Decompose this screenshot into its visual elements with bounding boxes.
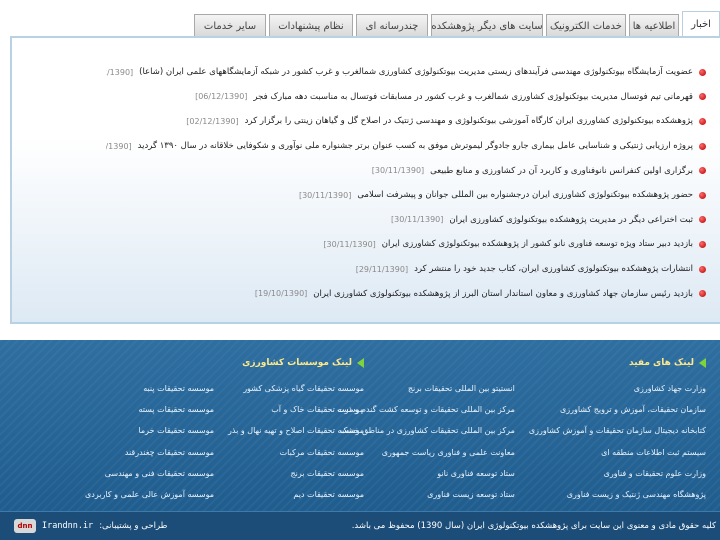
news-date: [30/11/1390] — [106, 141, 132, 151]
footer-link[interactable]: موسسه آموزش عالی علمی و کاربردی — [85, 484, 214, 505]
designer-logo-icon[interactable]: dnn — [14, 519, 36, 533]
news-box: عضویت آزمایشگاه بیوتکنولوژی مهندسی فرآین… — [10, 36, 720, 324]
institutes-col-1: موسسه تحقیقات گیاه پزشکی کشور موسسه تحقی… — [228, 378, 364, 505]
news-item: عضویت آزمایشگاه بیوتکنولوژی مهندسی فرآین… — [106, 60, 706, 85]
footer-link[interactable]: موسسه تحقیقات پسته — [85, 399, 214, 420]
footer-link[interactable]: موسسه تحقیقات مرکبات — [228, 442, 364, 463]
news-item: حضور پژوهشکده بیوتکنولوژی کشاورزی ایران … — [106, 183, 706, 208]
institutes-col-2: موسسه تحقیقات پنبه موسسه تحقیقات پسته مو… — [85, 378, 214, 505]
useful-links-heading: لینک های مفید — [337, 352, 706, 374]
news-date: [30/11/1390] — [298, 190, 352, 200]
arrow-icon — [357, 358, 364, 368]
bullet-icon — [699, 68, 706, 76]
news-date: [19/10/1390] — [254, 289, 308, 299]
bullet-icon — [699, 142, 706, 150]
bullet-icon — [699, 240, 706, 248]
bullet-icon — [699, 167, 706, 175]
tab-multimedia[interactable]: چندرسانه ای — [356, 14, 428, 37]
footer-link[interactable]: سازمان تحقیقات، آموزش و ترویج کشاورزی — [529, 399, 706, 420]
footer-link[interactable]: موسسه تحقیقات خاک و آب — [228, 399, 364, 420]
tab-e-services[interactable]: خدمات الکترونیک — [546, 14, 626, 37]
footer-link[interactable]: سیستم ثبت اطلاعات منطقه ای — [529, 442, 706, 463]
news-date: [02/12/1390] — [186, 116, 239, 126]
news-item: انتشارات پژوهشکده بیوتکنولوژی کشاورزی ای… — [106, 257, 706, 282]
news-link[interactable]: انتشارات پژوهشکده بیوتکنولوژی کشاورزی ای… — [414, 264, 693, 274]
news-item: برگزاری اولین کنفرانس نانوفناوری و کاربر… — [106, 158, 706, 183]
news-link[interactable]: برگزاری اولین کنفرانس نانوفناوری و کاربر… — [430, 166, 693, 176]
bullet-icon — [699, 216, 706, 224]
footer-link[interactable]: موسسه تحقیقات خرما — [85, 420, 214, 441]
news-link[interactable]: بازدید رئیس سازمان جهاد کشاورزی و معاون … — [313, 289, 693, 299]
bullet-icon — [699, 290, 706, 298]
news-item: پژوهشکده بیوتکنولوژی کشاورزی ایران کارگا… — [106, 109, 706, 134]
news-item: قهرمانی تیم فوتسال مدیریت بیوتکنولوژی کش… — [106, 85, 706, 110]
news-link[interactable]: حضور پژوهشکده بیوتکنولوژی کشاورزی ایران … — [357, 190, 693, 200]
footer-link[interactable]: موسسه تحقیقات گیاه پزشکی کشور — [228, 378, 364, 399]
news-list: عضویت آزمایشگاه بیوتکنولوژی مهندسی فرآین… — [106, 60, 706, 306]
news-item: بازدید دبیر ستاد ویژه توسعه فناوری نانو … — [106, 232, 706, 257]
institutes-columns: موسسه تحقیقات گیاه پزشکی کشور موسسه تحقی… — [85, 378, 364, 505]
footer-link[interactable]: پژوهشگاه مهندسی ژنتیک و زیست فناوری — [529, 484, 706, 505]
news-date: [06/12/1390] — [195, 92, 248, 102]
institutes-section: لینک موسسات کشاورزی موسسه تحقیقات گیاه پ… — [85, 352, 364, 505]
news-panel-area: اخبار اطلاعیه ها خدمات الکترونیک سایت ها… — [0, 0, 720, 340]
news-date: [10/12/1390] — [106, 67, 134, 77]
footer-link[interactable]: موسسه تحقیقات برنج — [228, 463, 364, 484]
news-link[interactable]: ثبت اختراعی دیگر در مدیریت پژوهشکده بیوت… — [449, 215, 693, 225]
news-item: پروژه ارزیابی ژنتیکی و شناسایی عامل بیما… — [106, 134, 706, 159]
useful-links-col-1: وزارت جهاد کشاورزی سازمان تحقیقات، آموزش… — [529, 378, 706, 505]
arrow-icon — [699, 358, 706, 368]
news-item: ثبت اختراعی دیگر در مدیریت پژوهشکده بیوت… — [106, 208, 706, 233]
news-link[interactable]: بازدید دبیر ستاد ویژه توسعه فناوری نانو … — [382, 239, 693, 249]
footer-link[interactable]: کتابخانه دیجیتال سازمان تحقیقات و آموزش … — [529, 420, 706, 441]
footer-link[interactable]: وزارت جهاد کشاورزی — [529, 378, 706, 399]
designer-link[interactable]: Irandnn.ir — [42, 521, 93, 531]
bullet-icon — [699, 265, 706, 273]
tab-other-services[interactable]: سایر خدمات — [194, 14, 266, 37]
footer-link[interactable]: موسسه تحقیقات فنی و مهندسی — [85, 463, 214, 484]
bullet-icon — [699, 191, 706, 199]
copyright-text: کلیه حقوق مادی و معنوی این سایت برای پژو… — [351, 521, 716, 531]
news-item: بازدید رئیس سازمان جهاد کشاورزی و معاون … — [106, 281, 706, 306]
news-date: [29/11/1390] — [355, 264, 409, 274]
footer: لینک های مفید وزارت جهاد کشاورزی سازمان … — [0, 340, 720, 540]
tab-other-sites[interactable]: سایت های دیگر پژوهشکده — [431, 14, 543, 37]
news-date: [30/11/1390] — [391, 215, 444, 225]
useful-links-section: لینک های مفید وزارت جهاد کشاورزی سازمان … — [337, 352, 706, 505]
news-date: [30/11/1390] — [371, 166, 425, 176]
copyright-bar: کلیه حقوق مادی و معنوی این سایت برای پژو… — [0, 511, 720, 540]
tab-news[interactable]: اخبار — [682, 11, 720, 37]
useful-links-columns: وزارت جهاد کشاورزی سازمان تحقیقات، آموزش… — [337, 378, 706, 505]
footer-link[interactable]: موسسه تحقیقات دیم — [228, 484, 364, 505]
institutes-heading: لینک موسسات کشاورزی — [85, 352, 364, 374]
news-link[interactable]: پژوهشکده بیوتکنولوژی کشاورزی ایران کارگا… — [245, 116, 693, 126]
news-link[interactable]: قهرمانی تیم فوتسال مدیریت بیوتکنولوژی کش… — [253, 92, 693, 102]
tab-announcements[interactable]: اطلاعیه ها — [629, 14, 679, 37]
footer-link[interactable]: موسسه تحقیقات پنبه — [85, 378, 214, 399]
footer-link[interactable]: موسسه تحقیقات چغندرقند — [85, 442, 214, 463]
tab-suggestions[interactable]: نظام پیشنهادات — [269, 14, 353, 37]
footer-link[interactable]: موسسه تحقیقات اصلاح و تهیه نهال و بذر — [228, 420, 364, 441]
news-link[interactable]: عضویت آزمایشگاه بیوتکنولوژی مهندسی فرآین… — [139, 67, 693, 77]
designer-credits: طراحی و پشتیبانی: Irandnn.ir dnn — [14, 519, 167, 533]
bullet-icon — [699, 117, 706, 125]
tab-bar: اخبار اطلاعیه ها خدمات الکترونیک سایت ها… — [150, 11, 720, 37]
news-date: [30/11/1390] — [323, 239, 376, 249]
bullet-icon — [699, 93, 706, 101]
institutes-title: لینک موسسات کشاورزی — [242, 358, 352, 368]
news-link[interactable]: پروژه ارزیابی ژنتیکی و شناسایی عامل بیما… — [138, 141, 693, 151]
designer-label: طراحی و پشتیبانی: — [99, 521, 168, 531]
useful-links-title: لینک های مفید — [629, 358, 694, 368]
footer-link[interactable]: وزارت علوم تحقیقات و فناوری — [529, 463, 706, 484]
